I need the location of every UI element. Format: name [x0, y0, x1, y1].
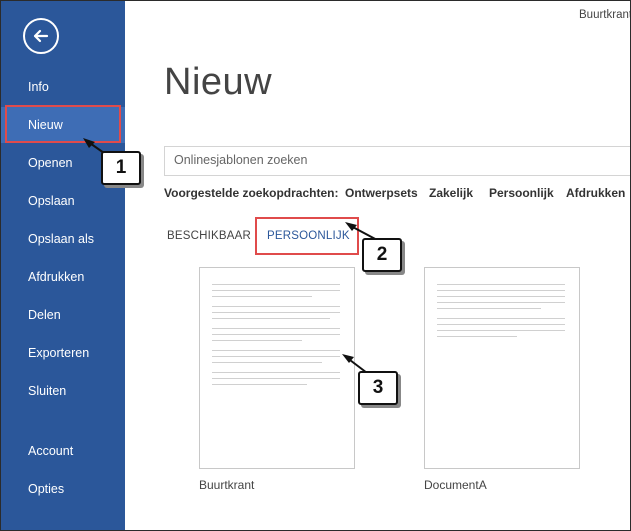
- sidebar-item-info[interactable]: Info: [1, 69, 125, 105]
- tab-beschikbaar[interactable]: BESCHIKBAAR: [167, 230, 251, 242]
- back-button[interactable]: [23, 18, 59, 54]
- window-frame: Info Nieuw Openen Opslaan Opslaan als Af…: [0, 0, 631, 531]
- back-arrow-icon: [33, 29, 49, 43]
- suggested-link-ontwerpsets[interactable]: Ontwerpsets: [345, 186, 418, 200]
- sidebar-item-delen[interactable]: Delen: [1, 297, 125, 333]
- template-thumbnail-documenta[interactable]: [424, 267, 580, 469]
- template-search-input[interactable]: Onlinesjablonen zoeken: [164, 146, 630, 176]
- template-label-buurtkrant: Buurtkrant: [199, 478, 255, 492]
- callout-1: 1: [101, 151, 141, 185]
- suggested-link-persoonlijk[interactable]: Persoonlijk: [489, 186, 554, 200]
- sidebar-item-opslaan-als[interactable]: Opslaan als: [1, 221, 125, 257]
- search-placeholder: Onlinesjablonen zoeken: [174, 153, 308, 167]
- template-thumbnail-buurtkrant[interactable]: [199, 267, 355, 469]
- template-label-documenta: DocumentA: [424, 478, 487, 492]
- sidebar-item-sluiten[interactable]: Sluiten: [1, 373, 125, 409]
- callout-2: 2: [362, 238, 402, 272]
- sidebar-item-opslaan[interactable]: Opslaan: [1, 183, 125, 219]
- sidebar-item-opties[interactable]: Opties: [1, 471, 125, 507]
- nieuw-highlight-box: [5, 105, 121, 143]
- backstage-sidebar: Info Nieuw Openen Opslaan Opslaan als Af…: [1, 1, 125, 530]
- page-title: Nieuw: [164, 61, 273, 103]
- suggested-searches-label: Voorgestelde zoekopdrachten:: [164, 186, 339, 200]
- sidebar-item-exporteren[interactable]: Exporteren: [1, 335, 125, 371]
- persoonlijk-highlight-box: [255, 217, 359, 255]
- callout-3: 3: [358, 371, 398, 405]
- sidebar-item-account[interactable]: Account: [1, 433, 125, 469]
- document-title: Buurtkrant: [579, 9, 631, 21]
- suggested-link-afdrukken[interactable]: Afdrukken: [566, 186, 625, 200]
- suggested-link-zakelijk[interactable]: Zakelijk: [429, 186, 473, 200]
- sidebar-item-afdrukken[interactable]: Afdrukken: [1, 259, 125, 295]
